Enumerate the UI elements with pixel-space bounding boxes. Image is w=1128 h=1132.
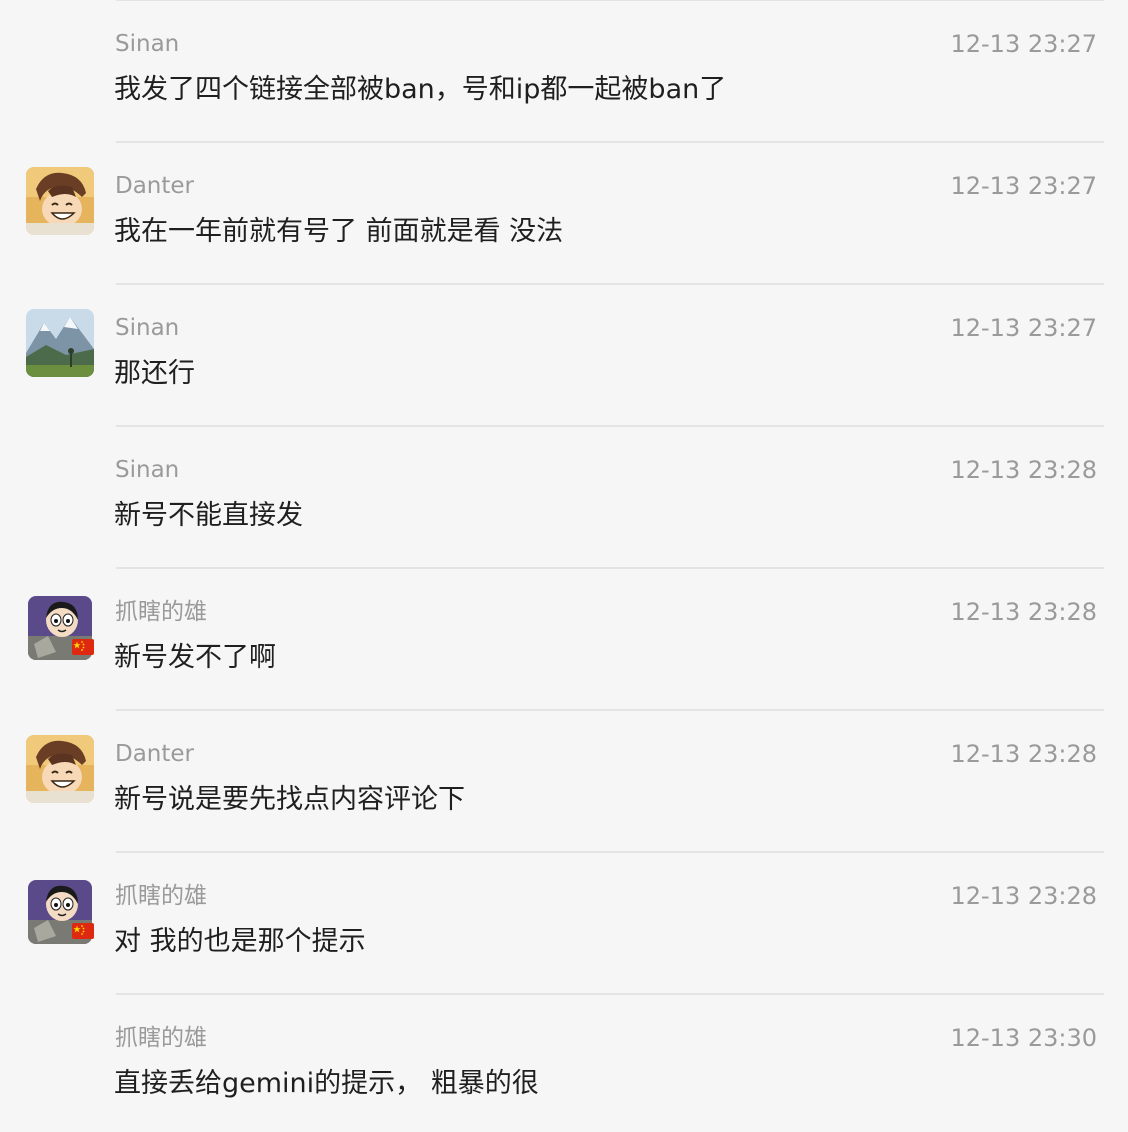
message-sender[interactable]: Sinan [115, 30, 179, 58]
message-text: 我发了四个链接全部被ban，号和ip都一起被ban了 [114, 74, 727, 105]
message-divider [116, 851, 1104, 853]
chat-message[interactable]: 抓瞎的雄 12-13 23:28 对 我的也是那个提示 [0, 851, 1128, 993]
message-sender[interactable]: 抓瞎的雄 [115, 598, 207, 626]
chat-message-list[interactable]: Sinan 12-13 23:27 我发了四个链接全部被ban，号和ip都一起被… [0, 0, 1128, 1132]
message-timestamp: 12-13 23:28 [950, 740, 1097, 768]
message-timestamp: 12-13 23:27 [950, 172, 1097, 200]
message-timestamp: 12-13 23:30 [950, 1024, 1097, 1052]
message-text: 新号说是要先找点内容评论下 [114, 784, 465, 815]
china-flag-icon [72, 639, 94, 655]
chat-message[interactable]: Sinan 12-13 23:27 我发了四个链接全部被ban，号和ip都一起被… [0, 0, 1128, 141]
chat-message[interactable]: Danter 12-13 23:28 新号说是要先找点内容评论下 [0, 709, 1128, 851]
message-timestamp: 12-13 23:28 [950, 598, 1097, 626]
user-avatar-mountain[interactable] [26, 309, 94, 377]
message-divider [116, 0, 1104, 1]
message-divider [116, 283, 1104, 285]
message-divider [116, 425, 1104, 427]
chat-message[interactable]: 抓瞎的雄 12-13 23:28 新号发不了啊 [0, 567, 1128, 709]
message-text: 我在一年前就有号了 前面就是看 没法 [114, 216, 564, 247]
message-text: 那还行 [114, 358, 195, 389]
message-sender[interactable]: Sinan [115, 456, 179, 484]
message-text: 对 我的也是那个提示 [114, 926, 366, 957]
message-sender[interactable]: 抓瞎的雄 [115, 882, 207, 910]
message-timestamp: 12-13 23:28 [950, 882, 1097, 910]
message-timestamp: 12-13 23:28 [950, 456, 1097, 484]
message-sender[interactable]: Danter [115, 740, 194, 768]
message-text: 新号发不了啊 [114, 642, 276, 673]
message-sender[interactable]: 抓瞎的雄 [115, 1024, 207, 1052]
message-text: 新号不能直接发 [114, 500, 303, 531]
chat-message[interactable]: Danter 12-13 23:27 我在一年前就有号了 前面就是看 没法 [0, 141, 1128, 283]
user-avatar-anime[interactable] [26, 167, 94, 235]
message-sender[interactable]: Sinan [115, 314, 179, 342]
message-divider [116, 141, 1104, 143]
message-divider [116, 709, 1104, 711]
china-flag-icon [72, 923, 94, 939]
message-timestamp: 12-13 23:27 [950, 30, 1097, 58]
user-avatar-anime[interactable] [26, 735, 94, 803]
message-divider [116, 993, 1104, 995]
chat-message[interactable]: 抓瞎的雄 12-13 23:30 直接丢给gemini的提示， 粗暴的很 [0, 993, 1128, 1132]
message-sender[interactable]: Danter [115, 172, 194, 200]
message-text: 直接丢给gemini的提示， 粗暴的很 [114, 1068, 539, 1099]
chat-message[interactable]: Sinan 12-13 23:27 那还行 [0, 283, 1128, 425]
message-timestamp: 12-13 23:27 [950, 314, 1097, 342]
chat-message[interactable]: Sinan 12-13 23:28 新号不能直接发 [0, 425, 1128, 567]
message-divider [116, 567, 1104, 569]
